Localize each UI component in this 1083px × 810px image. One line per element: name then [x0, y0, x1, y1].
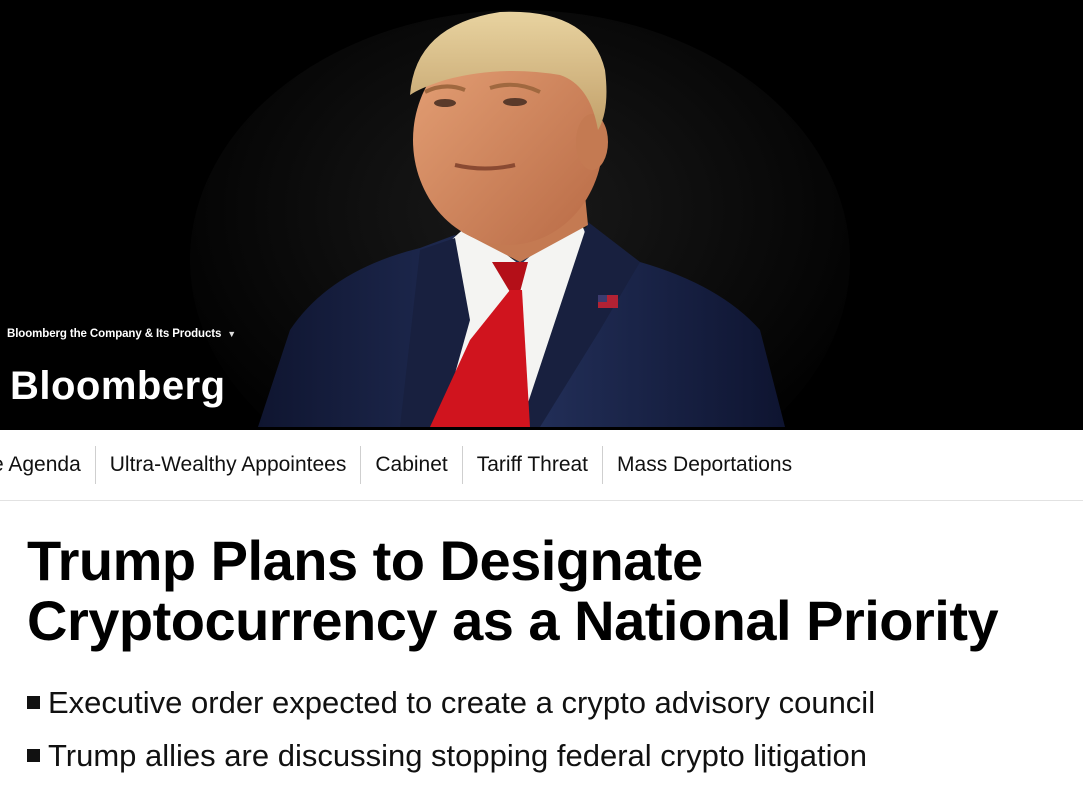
summary-bullet-text: Trump allies are discussing stopping fed… — [48, 737, 868, 773]
nav-item-cabinet[interactable]: Cabinet — [361, 446, 463, 484]
hero-banner: Bloomberg the Company & Its Products ▼ B… — [0, 0, 1083, 427]
summary-bullet: Executive order expected to create a cry… — [27, 676, 875, 729]
company-products-menu[interactable]: Bloomberg the Company & Its Products ▼ — [7, 328, 236, 340]
bullet-square-icon — [27, 749, 40, 762]
bloomberg-logo[interactable]: Bloomberg — [10, 364, 226, 409]
nav-divider — [0, 500, 1083, 501]
nav-item-ultra-wealthy-appointees[interactable]: Ultra-Wealthy Appointees — [96, 446, 362, 484]
summary-bullet: Trump allies are discussing stopping fed… — [27, 729, 875, 782]
article-headline: Trump Plans to Designate Cryptocurrency … — [27, 529, 999, 652]
caret-down-icon: ▼ — [227, 329, 237, 339]
article-summary-bullets: Executive order expected to create a cry… — [27, 676, 875, 782]
bullet-square-icon — [27, 696, 40, 709]
summary-bullet-text: Executive order expected to create a cry… — [48, 684, 876, 720]
nav-item-tariff-threat[interactable]: Tariff Threat — [463, 446, 604, 484]
hero-portrait-image — [0, 0, 1083, 427]
hero-divider — [0, 427, 1083, 430]
nav-item-agenda[interactable]: e Agenda — [0, 446, 96, 484]
topic-nav: e Agenda Ultra-Wealthy Appointees Cabine… — [0, 443, 806, 487]
nav-item-mass-deportations[interactable]: Mass Deportations — [603, 446, 806, 484]
company-menu-label: Bloomberg the Company & Its Products — [7, 328, 222, 340]
